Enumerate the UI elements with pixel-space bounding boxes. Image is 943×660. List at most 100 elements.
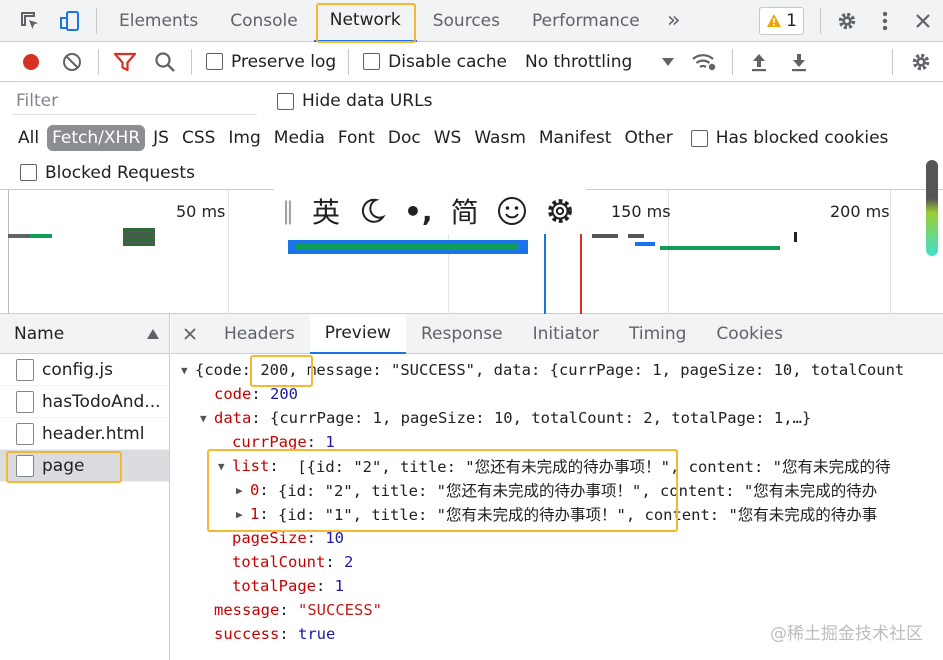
gridline [8, 190, 9, 314]
json-index: 1 [250, 505, 260, 523]
type-filter-other[interactable]: Other [619, 125, 677, 151]
json-colon: : [241, 361, 261, 379]
overview-scrollbar[interactable] [926, 160, 938, 256]
expand-triangle-icon[interactable]: ▶ [236, 508, 250, 521]
type-filter-wasm[interactable]: Wasm [469, 125, 531, 151]
file-icon [16, 358, 34, 381]
kebab-menu-icon[interactable] [867, 0, 903, 42]
moon-icon[interactable] [358, 197, 386, 225]
checkbox-box[interactable] [277, 92, 294, 110]
ime-drag-handle-icon[interactable]: ‖ [282, 197, 294, 225]
type-filter-font[interactable]: Font [333, 125, 380, 151]
export-har-download-icon[interactable] [779, 42, 819, 82]
checkbox-box[interactable] [206, 53, 223, 70]
type-filter-manifest[interactable]: Manifest [534, 125, 617, 151]
has-blocked-cookies-checkbox[interactable]: Has blocked cookies [690, 128, 889, 148]
request-row-page[interactable]: page [0, 450, 169, 482]
filter-funnel-icon[interactable] [105, 42, 145, 82]
checkbox-box[interactable] [690, 129, 708, 147]
json-colon: : [259, 481, 279, 499]
tab-sources[interactable]: Sources [417, 0, 516, 42]
ime-punctuation-toggle[interactable]: •, [404, 195, 433, 228]
json-currpage-line: currPage: 1 [171, 430, 943, 454]
collapse-triangle-icon[interactable]: ▼ [218, 460, 232, 473]
tab-elements[interactable]: Elements [103, 0, 214, 42]
inspect-element-icon[interactable] [10, 0, 50, 42]
tab-initiator[interactable]: Initiator [518, 314, 614, 354]
tab-headers[interactable]: Headers [209, 314, 310, 354]
request-row-header-html[interactable]: header.html [0, 418, 169, 450]
tab-cookies[interactable]: Cookies [701, 314, 798, 354]
json-list-item-0[interactable]: ▶ 0: {id: "2", title: "您还有未完成的待办事项！", co… [171, 478, 943, 502]
tab-preview[interactable]: Preview [309, 314, 406, 354]
type-filter-all[interactable]: All [13, 125, 44, 151]
json-data-line[interactable]: ▼ data: {currPage: 1, pageSize: 10, tota… [171, 406, 943, 430]
tab-network[interactable]: Network [313, 0, 417, 42]
json-totalpage-line: totalPage: 1 [171, 574, 943, 598]
json-number: 200 [270, 385, 298, 403]
has-blocked-cookies-label: Has blocked cookies [715, 128, 889, 148]
request-detail-pane: Headers Preview Response Initiator Timin… [171, 314, 943, 660]
close-icon[interactable] [903, 0, 943, 42]
type-filter-css[interactable]: CSS [177, 125, 220, 151]
timeline-bar [635, 242, 655, 246]
type-filter-ws[interactable]: WS [429, 125, 467, 151]
name-column-header[interactable]: Name [0, 314, 169, 354]
settings-gear-icon[interactable] [827, 0, 867, 42]
warning-count: 1 [786, 10, 797, 31]
close-detail-icon[interactable] [171, 314, 209, 354]
checkbox-box[interactable] [363, 53, 381, 70]
type-filter-media[interactable]: Media [269, 125, 330, 151]
json-list-item-1[interactable]: ▶ 1: {id: "1", title: "您有未完成的待办事项！", con… [171, 502, 943, 526]
tab-performance[interactable]: Performance [516, 0, 656, 42]
device-toolbar-icon[interactable] [50, 0, 90, 42]
request-row-config-js[interactable]: config.js [0, 354, 169, 386]
type-filter-img[interactable]: Img [223, 125, 265, 151]
record-icon[interactable] [10, 42, 52, 82]
network-settings-gear-icon[interactable] [899, 42, 943, 82]
ime-script-toggle[interactable]: 简 [451, 191, 479, 231]
warning-icon [767, 14, 782, 27]
separator [732, 48, 734, 75]
preserve-log-label: Preserve log [231, 51, 337, 72]
json-list-line[interactable]: ▼ list: [{id: "2", title: "您还有未完成的待办事项！"… [171, 454, 943, 478]
json-key: code [204, 361, 242, 379]
json-boolean: true [298, 625, 336, 643]
tab-timing[interactable]: Timing [614, 314, 701, 354]
json-root-line[interactable]: ▼ {code: 200, message: "SUCCESS", data: … [171, 358, 943, 382]
smiley-icon[interactable] [497, 196, 527, 226]
tab-label: Performance [531, 10, 640, 31]
preserve-log-checkbox[interactable]: Preserve log [206, 52, 336, 72]
type-filter-js[interactable]: JS [148, 125, 174, 151]
separator [820, 7, 821, 34]
hide-data-urls-checkbox[interactable]: Hide data URLs [277, 91, 432, 111]
devtools-tab-bar: Elements Console Network Sources Perform… [0, 0, 943, 42]
tab-response[interactable]: Response [406, 314, 518, 354]
more-tabs-icon[interactable]: » [656, 0, 692, 42]
blocked-requests-checkbox[interactable]: Blocked Requests [20, 163, 195, 183]
ime-toolbar[interactable]: ‖ 英 •, 简 [274, 188, 586, 234]
collapse-triangle-icon[interactable]: ▼ [181, 364, 195, 377]
collapse-triangle-icon[interactable]: ▼ [200, 412, 214, 425]
ime-language-toggle[interactable]: 英 [312, 191, 340, 231]
json-data-summary: {currPage: 1, pageSize: 10, totalCount: … [270, 409, 812, 427]
json-key: totalCount [232, 553, 326, 571]
checkbox-box[interactable] [20, 164, 37, 181]
tab-console[interactable]: Console [214, 0, 314, 42]
warning-badge[interactable]: 1 [759, 6, 804, 35]
ime-settings-gear-icon[interactable] [545, 196, 575, 226]
json-colon: : [325, 553, 344, 571]
expand-triangle-icon[interactable]: ▶ [236, 484, 250, 497]
type-filter-fetch-xhr[interactable]: Fetch/XHR [47, 125, 146, 151]
clear-icon[interactable] [52, 42, 92, 82]
search-icon[interactable] [145, 42, 185, 82]
network-conditions-wifi-icon[interactable] [682, 42, 726, 82]
type-filter-doc[interactable]: Doc [383, 125, 426, 151]
separator [892, 48, 893, 75]
throttling-select[interactable]: No throttling [525, 52, 675, 72]
filter-input[interactable] [12, 87, 257, 115]
request-row-hastodo[interactable]: hasTodoAnd... [0, 386, 169, 418]
disable-cache-checkbox[interactable]: Disable cache [363, 52, 507, 72]
import-har-upload-icon[interactable] [739, 42, 779, 82]
disable-cache-label: Disable cache [388, 51, 507, 72]
